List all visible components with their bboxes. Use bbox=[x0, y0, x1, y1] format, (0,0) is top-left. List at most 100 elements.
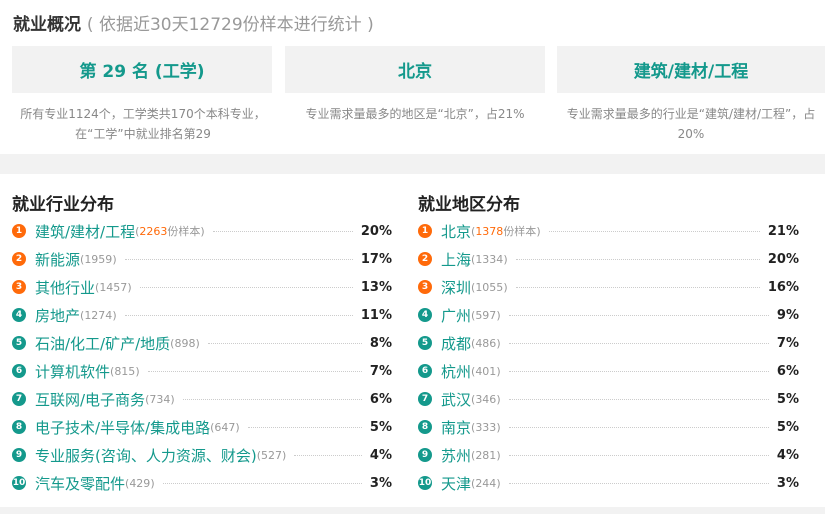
sample-count: (333) bbox=[471, 420, 501, 434]
percentage: 16% bbox=[767, 279, 799, 295]
sample-count: (244) bbox=[471, 476, 501, 490]
rank-badge: 10 bbox=[12, 476, 26, 490]
dotted-leader bbox=[508, 398, 769, 400]
dotted-leader bbox=[212, 230, 353, 232]
dotted-leader bbox=[147, 370, 362, 372]
region-row[interactable]: 10 天津 (244) 3% bbox=[418, 469, 799, 497]
industry-row[interactable]: 2 新能源 (1959) 17% bbox=[12, 245, 392, 273]
region-name-link[interactable]: 武汉 bbox=[441, 389, 471, 410]
region-row[interactable]: 9 苏州 (281) 4% bbox=[418, 441, 799, 469]
percentage: 7% bbox=[776, 335, 799, 351]
industry-name-link[interactable]: 建筑/建材/工程 bbox=[35, 221, 135, 242]
industry-name-link[interactable]: 计算机软件 bbox=[35, 361, 110, 382]
percentage: 4% bbox=[369, 447, 392, 463]
region-row[interactable]: 8 南京 (333) 5% bbox=[418, 413, 799, 441]
sample-count: (1274) bbox=[80, 308, 117, 322]
sample-count-value: 2263 bbox=[139, 225, 168, 238]
distribution-panel: 就业行业分布 就业地区分布 1 建筑/建材/工程 (2263份样本) 20% 2 新能源(… bbox=[0, 174, 825, 507]
sample-count: (429) bbox=[125, 476, 155, 490]
summary-cards: 第 29 名 (工学) 北京 建筑/建材/工程 bbox=[12, 46, 825, 94]
industry-row[interactable]: 6 计算机软件 (815) 7% bbox=[12, 357, 392, 385]
industry-row[interactable]: 4 房地产 (1274) 11% bbox=[12, 301, 392, 329]
region-name-link[interactable]: 成都 bbox=[441, 333, 471, 354]
region-name-link[interactable]: 广州 bbox=[441, 305, 471, 326]
region-name-link[interactable]: 南京 bbox=[441, 417, 471, 438]
percentage: 3% bbox=[369, 475, 392, 491]
percentage: 17% bbox=[360, 251, 392, 267]
sample-count: (2263份样本) bbox=[135, 225, 205, 238]
region-row[interactable]: 7 武汉 (346) 5% bbox=[418, 385, 799, 413]
dotted-leader bbox=[124, 258, 353, 260]
sample-count: (734) bbox=[145, 392, 175, 406]
industry-name-link[interactable]: 电子技术/半导体/集成电路 bbox=[35, 417, 210, 438]
region-name-link[interactable]: 杭州 bbox=[441, 361, 471, 382]
dotted-leader bbox=[139, 286, 353, 288]
industry-name-link[interactable]: 互联网/电子商务 bbox=[35, 389, 145, 410]
sample-count-value: 1457 bbox=[99, 280, 128, 294]
percentage: 9% bbox=[776, 307, 799, 323]
region-name-link[interactable]: 深圳 bbox=[441, 277, 471, 298]
industry-name-link[interactable]: 汽车及零配件 bbox=[35, 473, 125, 494]
industry-row[interactable]: 3 其他行业 (1457) 13% bbox=[12, 273, 392, 301]
rank-badge: 2 bbox=[12, 252, 26, 266]
region-row[interactable]: 3 深圳 (1055) 16% bbox=[418, 273, 799, 301]
industry-row[interactable]: 8 电子技术/半导体/集成电路 (647) 5% bbox=[12, 413, 392, 441]
sample-count-value: 346 bbox=[475, 392, 497, 406]
sample-count-value: 429 bbox=[129, 476, 151, 490]
page-title: 就业概况 ( 依据近30天12729份样本进行统计 ) bbox=[13, 10, 374, 35]
dotted-leader bbox=[548, 230, 760, 232]
industry-row[interactable]: 9 专业服务(咨询、人力资源、财会) (527) 4% bbox=[12, 441, 392, 469]
dotted-leader bbox=[207, 342, 362, 344]
sample-count: (1457) bbox=[95, 280, 132, 294]
sample-count: (1378份样本) bbox=[471, 225, 541, 238]
industry-row[interactable]: 1 建筑/建材/工程 (2263份样本) 20% bbox=[12, 217, 392, 245]
dotted-leader bbox=[162, 482, 362, 484]
region-name-link[interactable]: 天津 bbox=[441, 473, 471, 494]
sample-count: (346) bbox=[471, 392, 501, 406]
percentage: 11% bbox=[360, 307, 392, 323]
industry-section-title: 就业行业分布 bbox=[12, 195, 114, 215]
industry-name-link[interactable]: 石油/化工/矿产/地质 bbox=[35, 333, 170, 354]
region-row[interactable]: 5 成都 (486) 7% bbox=[418, 329, 799, 357]
region-name-link[interactable]: 苏州 bbox=[441, 445, 471, 466]
region-row[interactable]: 1 北京 (1378份样本) 21% bbox=[418, 217, 799, 245]
region-row[interactable]: 2 上海 (1334) 20% bbox=[418, 245, 799, 273]
industry-row[interactable]: 5 石油/化工/矿产/地质 (898) 8% bbox=[12, 329, 392, 357]
sample-suffix: 份样本 bbox=[503, 225, 537, 238]
sample-count: (1055) bbox=[471, 280, 508, 294]
industry-name-link[interactable]: 新能源 bbox=[35, 249, 80, 270]
rank-badge: 4 bbox=[418, 308, 432, 322]
sample-count-value: 333 bbox=[475, 420, 497, 434]
region-row[interactable]: 6 杭州 (401) 6% bbox=[418, 357, 799, 385]
dotted-leader bbox=[508, 342, 769, 344]
region-row[interactable]: 4 广州 (597) 9% bbox=[418, 301, 799, 329]
industry-name-link[interactable]: 专业服务(咨询、人力资源、财会) bbox=[35, 445, 257, 466]
sample-count-value: 486 bbox=[475, 336, 497, 350]
rank-badge: 8 bbox=[418, 420, 432, 434]
sample-count: (815) bbox=[110, 364, 140, 378]
top-industry-card: 建筑/建材/工程 bbox=[557, 46, 825, 93]
percentage: 20% bbox=[360, 223, 392, 239]
sample-count: (527) bbox=[256, 448, 287, 462]
industry-row[interactable]: 10 汽车及零配件 (429) 3% bbox=[12, 469, 392, 497]
sample-count: (1334) bbox=[471, 252, 508, 266]
percentage: 20% bbox=[767, 251, 799, 267]
dotted-leader bbox=[294, 454, 362, 456]
percentage: 4% bbox=[776, 447, 799, 463]
dotted-leader bbox=[508, 454, 769, 456]
region-name-link[interactable]: 上海 bbox=[441, 249, 471, 270]
sample-count: (898) bbox=[170, 336, 200, 350]
sample-count-value: 244 bbox=[475, 476, 497, 490]
rank-badge: 3 bbox=[12, 280, 26, 294]
dotted-leader bbox=[508, 314, 769, 316]
sample-count-value: 1959 bbox=[84, 252, 113, 266]
sample-count: (1959) bbox=[80, 252, 117, 266]
industry-row[interactable]: 7 互联网/电子商务 (734) 6% bbox=[12, 385, 392, 413]
industry-name-link[interactable]: 房地产 bbox=[35, 305, 80, 326]
industry-name-link[interactable]: 其他行业 bbox=[35, 277, 95, 298]
percentage: 5% bbox=[369, 419, 392, 435]
region-name-link[interactable]: 北京 bbox=[441, 221, 471, 242]
dotted-leader bbox=[247, 426, 362, 428]
dotted-leader bbox=[515, 286, 760, 288]
overview-panel: 就业概况 ( 依据近30天12729份样本进行统计 ) 第 29 名 (工学) … bbox=[0, 0, 825, 154]
